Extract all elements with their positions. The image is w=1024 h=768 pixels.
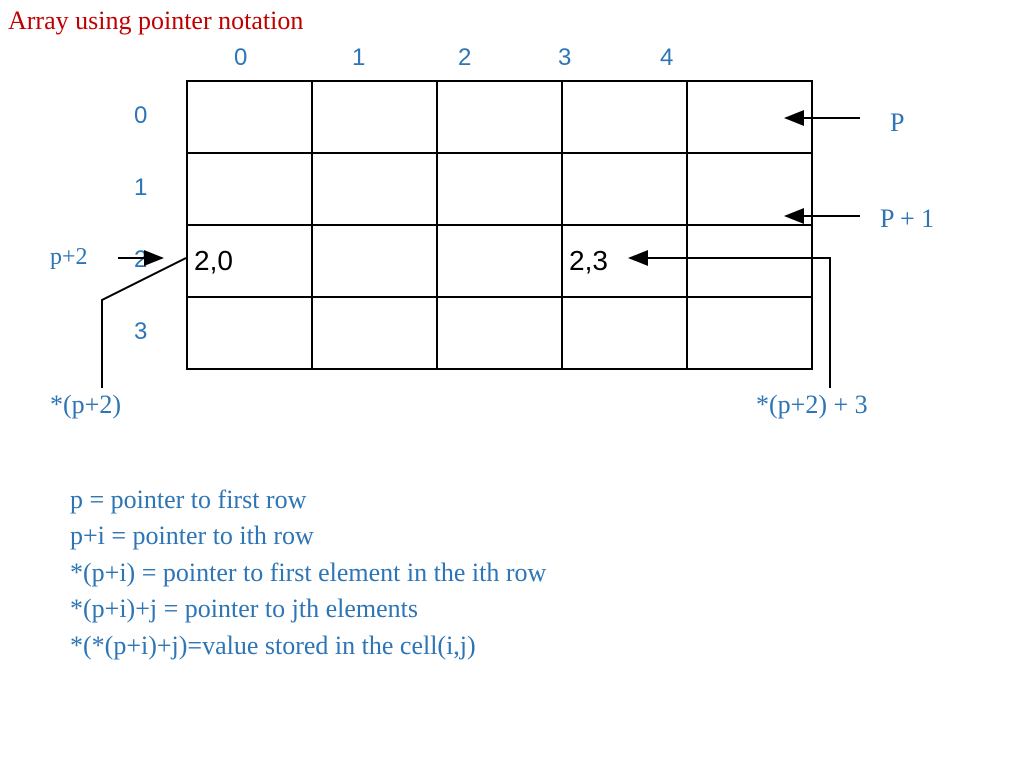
cell (687, 153, 812, 225)
cell (312, 297, 437, 369)
cell (312, 81, 437, 153)
label-star-p2: *(p+2) (50, 390, 121, 420)
row-label-1: 1 (134, 174, 147, 202)
table-row (187, 153, 812, 225)
cell (562, 153, 687, 225)
row-label-0: 0 (134, 102, 147, 130)
table-row: 2,0 2,3 (187, 225, 812, 297)
col-label-0: 0 (234, 44, 247, 72)
col-label-1: 1 (352, 44, 365, 72)
row-label-2: 2 (134, 246, 147, 274)
cell (687, 225, 812, 297)
col-label-2: 2 (458, 44, 471, 72)
cell (187, 153, 312, 225)
array-grid: 2,0 2,3 (186, 80, 813, 370)
cell-2-3: 2,3 (562, 225, 687, 297)
cell (437, 297, 562, 369)
cell (187, 297, 312, 369)
cell (562, 297, 687, 369)
explain-line: *(*(p+i)+j)=value stored in the cell(i,j… (70, 628, 546, 664)
cell (312, 153, 437, 225)
row-label-3: 3 (134, 318, 147, 346)
label-star-p2-3: *(p+2) + 3 (756, 390, 868, 420)
label-p-plus-2: p+2 (50, 244, 88, 271)
label-P: P (890, 108, 904, 138)
explain-line: p+i = pointer to ith row (70, 518, 546, 554)
cell (437, 81, 562, 153)
col-label-4: 4 (660, 44, 673, 72)
cell (312, 225, 437, 297)
cell (687, 81, 812, 153)
table-row (187, 81, 812, 153)
cell-2-0: 2,0 (187, 225, 312, 297)
col-label-3: 3 (558, 44, 571, 72)
cell (437, 225, 562, 297)
page-title: Array using pointer notation (8, 6, 303, 36)
table-row (187, 297, 812, 369)
explain-line: *(p+i)+j = pointer to jth elements (70, 591, 546, 627)
cell (187, 81, 312, 153)
explanation-block: p = pointer to first row p+i = pointer t… (70, 482, 546, 664)
cell (687, 297, 812, 369)
cell (437, 153, 562, 225)
explain-line: p = pointer to first row (70, 482, 546, 518)
cell (562, 81, 687, 153)
label-P-plus-1: P + 1 (880, 204, 934, 234)
explain-line: *(p+i) = pointer to first element in the… (70, 555, 546, 591)
